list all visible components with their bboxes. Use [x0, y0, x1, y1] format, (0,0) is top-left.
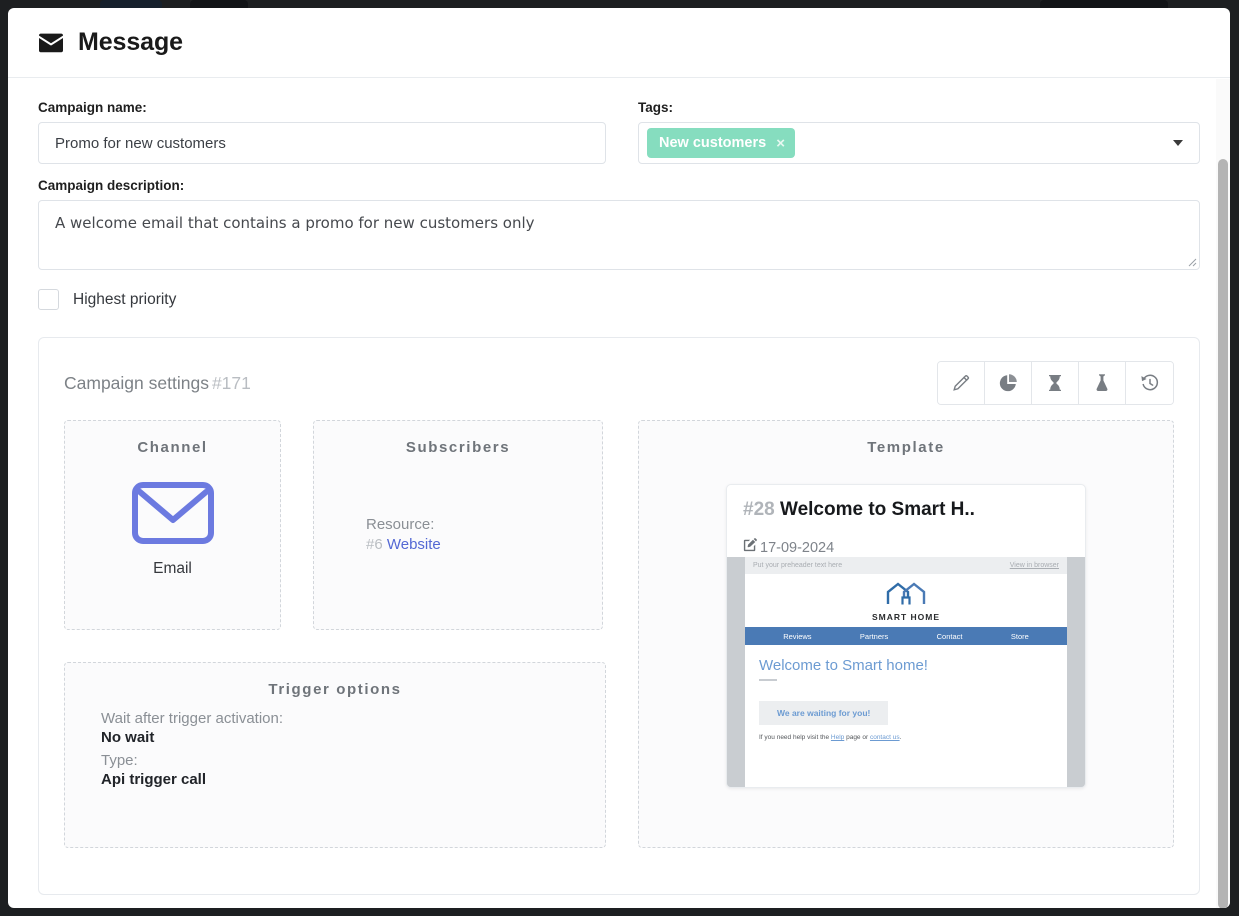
page-title: Message	[78, 28, 183, 56]
template-preview-card[interactable]: #28 Welcome to Smart H.. 17-09-2024 Put …	[726, 484, 1086, 788]
envelope-icon	[38, 33, 64, 53]
dialog-body: Campaign name: Tags: New customers × Cam…	[8, 78, 1230, 908]
trigger-wait-label: Wait after trigger activation:	[101, 710, 284, 727]
campaign-name-input[interactable]	[38, 122, 606, 164]
resource-value: #6 Website	[366, 536, 602, 553]
scrollbar-track[interactable]	[1216, 79, 1230, 908]
template-heading: Welcome to Smart home!	[759, 657, 928, 674]
campaign-description-textarea[interactable]	[38, 200, 1200, 270]
form-top-row: Campaign name: Tags: New customers ×	[38, 100, 1200, 164]
trigger-options-title: Trigger options	[268, 681, 402, 698]
campaign-settings-panel: Campaign settings #171 Channel Email Sub…	[38, 337, 1200, 895]
logo-text: SMART HOME	[871, 611, 941, 622]
campaign-description-label: Campaign description:	[38, 178, 185, 193]
subscribers-card: Subscribers Resource: #6 Website	[313, 420, 603, 630]
tags-label: Tags:	[638, 100, 674, 115]
template-nav: Reviews Partners Contact Store	[745, 627, 1067, 645]
resource-id: #6	[366, 536, 383, 553]
nav-item-partners[interactable]: Partners	[860, 632, 888, 641]
history-clock-icon[interactable]	[1126, 362, 1173, 404]
highest-priority-row: Highest priority	[38, 289, 1200, 310]
tag-remove-icon[interactable]: ×	[776, 136, 785, 151]
footer-prefix: If you need help visit the	[759, 734, 831, 741]
campaign-settings-header: Campaign settings #171	[64, 360, 1174, 406]
footer-suffix: .	[899, 734, 902, 741]
subscribers-card-title: Subscribers	[405, 439, 511, 456]
template-content: Welcome to Smart home! We are waiting fo…	[745, 645, 1067, 741]
nav-item-store[interactable]: Store	[1011, 632, 1029, 641]
settings-cards-row: Channel Email Subscribers Resource: #6 W…	[64, 420, 1174, 848]
template-footer-text: If you need help visit the Help page or …	[759, 734, 1053, 741]
flask-icon[interactable]	[1079, 362, 1126, 404]
template-date: 17-09-2024	[760, 539, 835, 556]
template-id: #28	[743, 499, 775, 520]
highest-priority-label: Highest priority	[73, 290, 177, 308]
tag-chip-label: New customers	[659, 135, 767, 151]
preheader-bar: Put your preheader text here View in bro…	[745, 557, 1067, 574]
view-in-browser-link[interactable]: View in browser	[1010, 562, 1059, 569]
edit-pencil-icon[interactable]	[938, 362, 985, 404]
highest-priority-checkbox[interactable]	[38, 289, 59, 310]
trigger-wait-value: No wait	[101, 729, 155, 746]
nav-item-reviews[interactable]: Reviews	[783, 632, 811, 641]
campaign-description-group: Campaign description:	[38, 178, 1200, 270]
preheader-text: Put your preheader text here	[753, 562, 843, 569]
dialog-header: Message	[8, 8, 1230, 78]
email-template-preview: Put your preheader text here View in bro…	[727, 557, 1085, 787]
settings-id: #171	[211, 372, 251, 393]
settings-icon-toolbar	[937, 361, 1174, 405]
message-dialog: Message Campaign name: Tags: New custome…	[8, 8, 1230, 908]
scrollbar-thumb[interactable]	[1218, 159, 1228, 908]
channel-card-title: Channel	[137, 439, 208, 456]
tags-select[interactable]: New customers ×	[638, 122, 1200, 164]
nav-item-contact[interactable]: Contact	[937, 632, 963, 641]
template-cta-button[interactable]: We are waiting for you!	[759, 701, 889, 725]
house-logo-icon	[884, 580, 928, 611]
trigger-type-label: Type:	[101, 752, 138, 769]
template-card: Template #28 Welcome to Smart H.. 17-09-…	[638, 420, 1174, 848]
trigger-type-value: Api trigger call	[101, 771, 207, 788]
footer-contact-link[interactable]: contact us	[870, 734, 900, 741]
campaign-settings-title: Campaign settings #171	[64, 373, 251, 394]
template-preview-header: #28 Welcome to Smart H..	[727, 485, 1085, 532]
trigger-options-card: Trigger options Wait after trigger activ…	[64, 662, 606, 848]
template-name: Welcome to Smart H..	[779, 499, 975, 520]
heading-rule	[759, 679, 777, 681]
channel-card: Channel Email	[64, 420, 281, 630]
resource-link[interactable]: Website	[387, 536, 441, 553]
edit-square-icon	[743, 538, 757, 557]
envelope-outline-icon	[65, 482, 280, 544]
footer-middle: page or	[844, 734, 870, 741]
chevron-down-icon[interactable]	[1173, 140, 1183, 146]
template-card-title: Template	[867, 439, 945, 456]
tag-chip[interactable]: New customers ×	[647, 128, 795, 158]
pie-chart-icon[interactable]	[985, 362, 1032, 404]
template-title-row: #28 Welcome to Smart H..	[743, 499, 1069, 521]
template-logo: SMART HOME	[745, 574, 1067, 627]
hourglass-icon[interactable]	[1032, 362, 1079, 404]
settings-title-text: Campaign settings	[64, 372, 209, 393]
footer-help-link[interactable]: Help	[831, 734, 844, 741]
resource-label: Resource:	[366, 516, 435, 533]
template-date-row: 17-09-2024	[727, 538, 1085, 557]
campaign-name-label: Campaign name:	[38, 100, 147, 115]
channel-label: Email	[153, 560, 192, 577]
